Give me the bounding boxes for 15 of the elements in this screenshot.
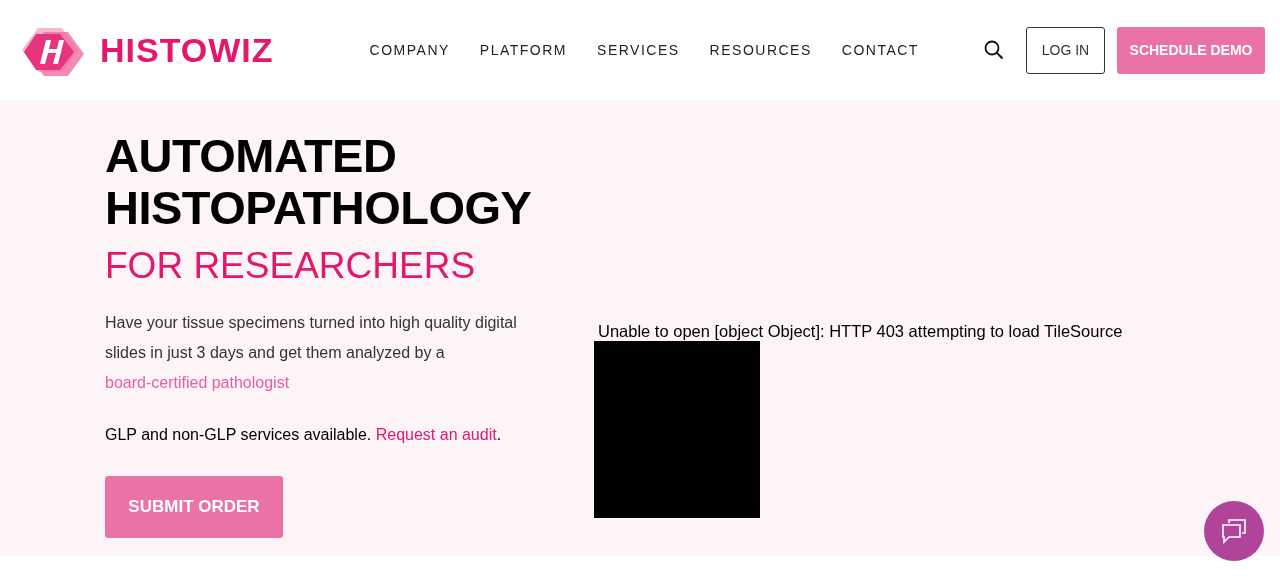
nav-link[interactable]: RESOURCES [709,42,812,58]
hero-subheading: FOR RESEARCHERS [105,244,476,288]
request-audit-link[interactable]: Request an audit [375,426,497,443]
glp-text: GLP and non-GLP services available. Request an audit. [105,426,502,444]
login-button[interactable]: LOG IN [1026,26,1105,74]
viewer-error-text: Unable to open [object Object]: HTTP 403 attempting to load TileSource [598,322,1123,341]
nav-link[interactable]: SERVICES [597,42,680,58]
nav-link[interactable]: COMPANY [369,42,450,58]
search-icon[interactable] [984,40,1004,60]
nav-link[interactable]: CONTACT [841,42,919,58]
nav-link[interactable]: PLATFORM [479,42,568,58]
intro-text: Have your tissue specimens turned into high quality digital slides in just 3 days and get them analyzed by a board-certified pathologist [105,313,518,393]
hero-heading: AUTOMATED HISTOPATHOLOGY [105,130,533,234]
chat-icon [1220,518,1248,544]
logo-wordmark[interactable]: HISTOWIZ [100,30,274,70]
